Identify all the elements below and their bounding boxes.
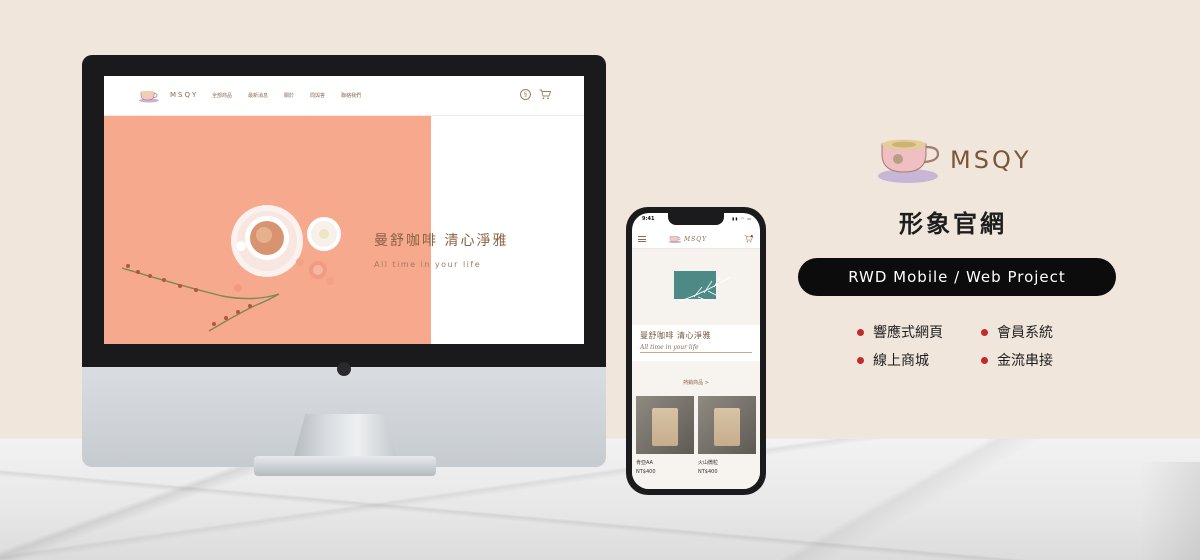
desktop-screen: MSQY 全部商品 最新消息 關於 問與答 聯絡我們 § 曼舒咖啡 清心淨雅 A… (104, 76, 584, 344)
desktop-site-header: MSQY 全部商品 最新消息 關於 問與答 聯絡我們 § (104, 76, 584, 116)
coffee-cup-icon[interactable] (138, 89, 160, 103)
marble-edge-shadow (1140, 462, 1200, 560)
hero-subtitle: All time in your life (374, 260, 482, 269)
status-icons: ▮▮ ◠ ▭ (732, 216, 753, 221)
brand-coffee-cup-icon (878, 139, 940, 183)
best-sellers-link[interactable]: 熱銷商品 > (632, 379, 760, 386)
product-name: 肯亞AA (636, 460, 653, 466)
bullet-icon (857, 328, 864, 336)
feature-item: 金流串接 (981, 350, 1053, 370)
nav-item-news[interactable]: 最新消息 (248, 92, 268, 99)
feature-label: 響應式網頁 (873, 325, 943, 341)
product-price: NT$400 (698, 469, 718, 475)
feature-label: 金流串接 (997, 353, 1053, 369)
desktop-logo-text[interactable]: MSQY (170, 91, 198, 99)
mobile-hero-subtitle: All time in your life (640, 344, 699, 351)
nav-item-about[interactable]: 關於 (284, 92, 294, 99)
feature-item: 線上商城 (857, 350, 929, 370)
mobile-phone: 9:41 ▮▮ ◠ ▭ MSQY 曼舒咖啡 清心淨雅 All time in y… (626, 207, 766, 495)
hero-title: 曼舒咖啡 清心淨雅 (374, 233, 509, 249)
leaf-illustration (674, 271, 731, 302)
user-icon[interactable]: § (520, 89, 531, 100)
hamburger-menu-icon[interactable] (638, 236, 646, 242)
coffee-bag-icon (714, 408, 740, 446)
feature-item: 會員系統 (981, 322, 1053, 342)
bullet-icon (857, 356, 864, 364)
brand-logo-text: MSQY (950, 146, 1032, 174)
mobile-hero-title: 曼舒咖啡 清心淨雅 (640, 331, 712, 340)
desktop-header-icons: § (520, 89, 551, 100)
cart-icon[interactable] (539, 89, 551, 100)
desktop-monitor: MSQY 全部商品 最新消息 關於 問與答 聯絡我們 § 曼舒咖啡 清心淨雅 A… (82, 55, 606, 467)
cart-icon[interactable] (744, 235, 753, 243)
nav-item-all-products[interactable]: 全部商品 (212, 92, 232, 99)
status-time: 9:41 (642, 216, 655, 222)
coffee-bag-icon (652, 408, 678, 446)
project-type-pill: RWD Mobile / Web Project (798, 258, 1116, 296)
coffee-cup-icon[interactable] (668, 234, 682, 244)
product-image[interactable] (636, 396, 694, 454)
product-card[interactable]: 火山微粒 NT$400 (698, 396, 756, 475)
product-price: NT$400 (636, 469, 656, 475)
nav-item-faq[interactable]: 問與答 (310, 92, 325, 99)
phone-notch (668, 213, 724, 225)
bullet-icon (981, 328, 988, 336)
feature-item: 響應式網頁 (857, 322, 943, 342)
divider (640, 352, 752, 353)
feature-label: 會員系統 (997, 325, 1053, 341)
feature-list: 響應式網頁 會員系統 線上商城 金流串接 (857, 322, 1077, 372)
monitor-camera (337, 362, 351, 376)
mobile-header: MSQY (632, 229, 760, 249)
mobile-logo-text[interactable]: MSQY (684, 236, 707, 243)
mobile-hero (632, 249, 760, 325)
mobile-screen: 9:41 ▮▮ ◠ ▭ MSQY 曼舒咖啡 清心淨雅 All time in y… (632, 213, 760, 489)
nav-item-contact[interactable]: 聯絡我們 (341, 92, 361, 99)
brand-title: 形象官網 (899, 210, 1007, 238)
bullet-icon (981, 356, 988, 364)
monitor-stand-base (254, 456, 436, 476)
product-card[interactable]: 肯亞AA NT$400 (636, 396, 694, 475)
feature-label: 線上商城 (873, 353, 929, 369)
desktop-nav: 全部商品 最新消息 關於 問與答 聯絡我們 (212, 92, 377, 99)
product-image[interactable] (698, 396, 756, 454)
product-name: 火山微粒 (698, 460, 719, 466)
